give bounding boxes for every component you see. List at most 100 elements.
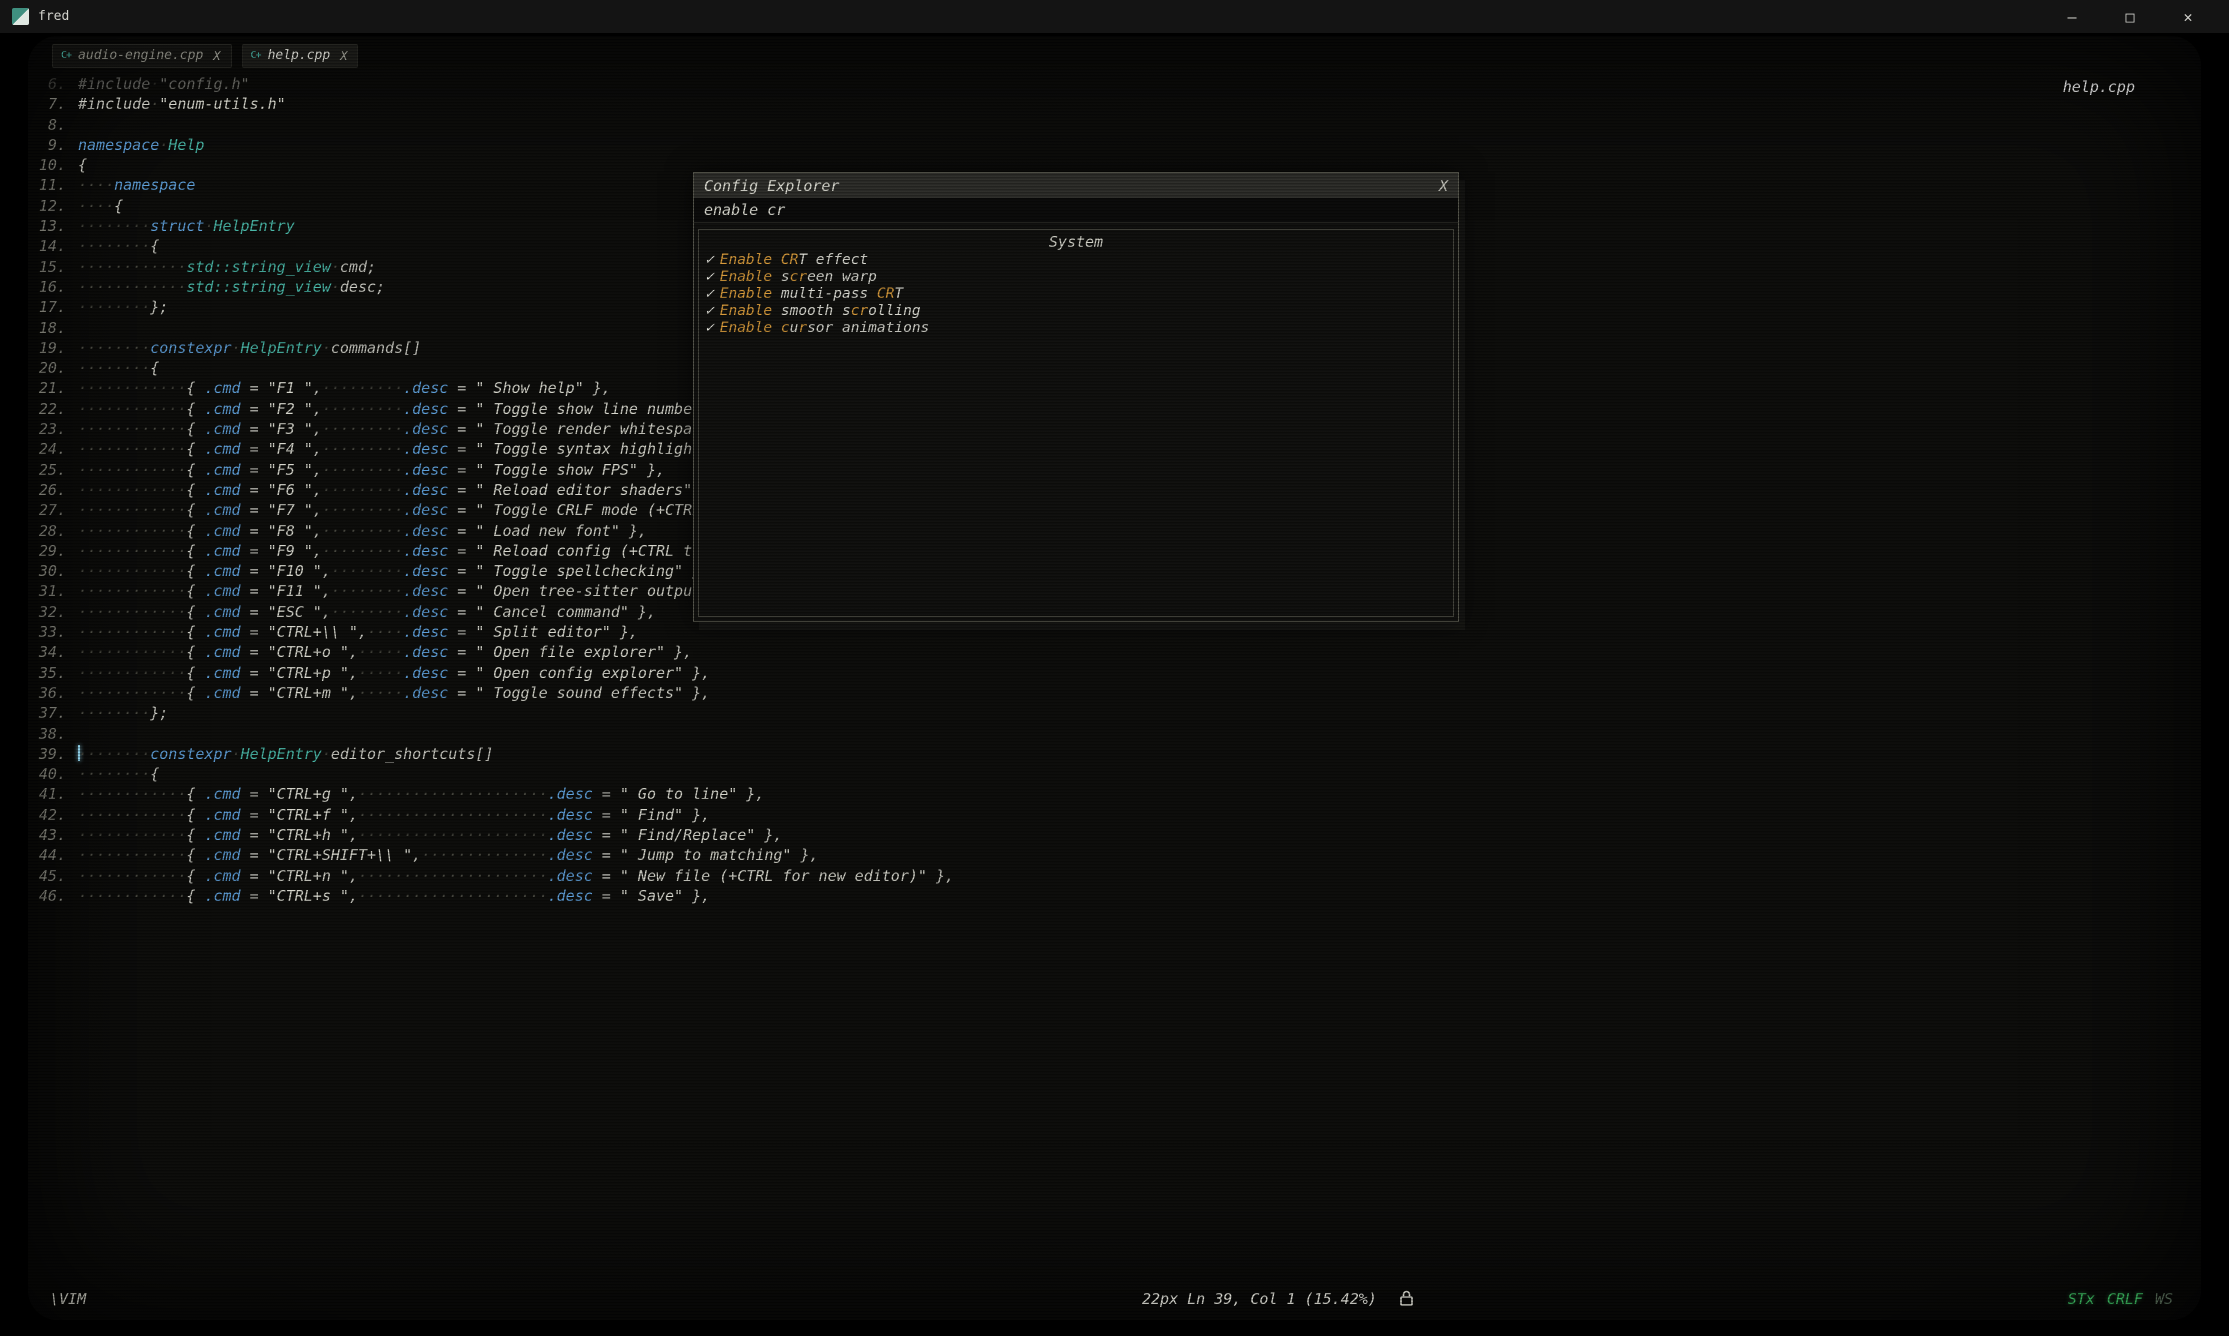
code-token: { — [186, 846, 204, 864]
code-token: ········ — [78, 765, 150, 783]
code-token: .desc — [403, 664, 448, 682]
code-token: ········· — [322, 420, 403, 438]
checkbox-checked-icon[interactable]: ✓ — [705, 320, 714, 336]
code-token: std::string_view — [186, 258, 331, 276]
code-line[interactable]: 44.············{ .cmd = "CTRL+SHIFT+\\ "… — [28, 845, 954, 865]
code-token: .cmd — [204, 522, 240, 540]
config-option[interactable]: ✓Enable screen warp — [699, 269, 1453, 286]
line-number: 44. — [28, 845, 78, 865]
match-highlight: Enable — [720, 320, 772, 336]
code-line[interactable]: 34.············{ .cmd = "CTRL+o ",·····.… — [28, 642, 954, 662]
code-token: { — [186, 785, 204, 803]
code-token: { — [186, 501, 204, 519]
code-line[interactable]: 6.#include·"config.h" — [28, 74, 954, 94]
line-number: 14. — [28, 236, 78, 256]
code-token: .cmd — [204, 400, 240, 418]
minimize-button[interactable]: – — [2043, 0, 2101, 33]
code-line[interactable]: 39.········constexpr·HelpEntry·editor_sh… — [28, 744, 954, 764]
code-token: { — [186, 400, 204, 418]
code-token: = — [593, 806, 620, 824]
line-number: 25. — [28, 460, 78, 480]
code-token: ············ — [78, 623, 186, 641]
code-token: { — [186, 420, 204, 438]
code-token: · — [150, 95, 159, 113]
code-line[interactable]: 37.········}; — [28, 703, 954, 723]
checkbox-checked-icon[interactable]: ✓ — [705, 286, 714, 302]
checkbox-checked-icon[interactable]: ✓ — [705, 269, 714, 285]
code-token: ········ — [78, 339, 150, 357]
code-line[interactable]: 40.········{ — [28, 764, 954, 784]
code-line[interactable]: 36.············{ .cmd = "CTRL+m ",·····.… — [28, 683, 954, 703]
code-token: ········ — [78, 298, 150, 316]
tab-help[interactable]: C+ help.cpp X — [242, 44, 359, 68]
status-bar: \VIM 22px Ln 39, Col 1 (15.42%) STxCRLFW… — [28, 1288, 2201, 1312]
code-token: = — [448, 623, 475, 641]
code-line[interactable]: 45.············{ .cmd = "CTRL+n ",······… — [28, 866, 954, 886]
code-token: HelpEntry — [241, 339, 322, 357]
config-option[interactable]: ✓Enable smooth scrolling — [699, 303, 1453, 320]
code-line[interactable]: 7.#include·"enum-utils.h" — [28, 94, 954, 114]
code-line[interactable]: 42.············{ .cmd = "CTRL+f ",······… — [28, 805, 954, 825]
code-token: ········ — [78, 359, 150, 377]
window-controls: – □ ✕ — [2043, 0, 2217, 33]
code-token: " Go to line" — [620, 785, 737, 803]
config-option[interactable]: ✓Enable CRT effect — [699, 252, 1453, 269]
checkbox-checked-icon[interactable]: ✓ — [705, 303, 714, 319]
code-token: ········ — [78, 745, 150, 763]
config-option[interactable]: ✓Enable cursor animations — [699, 320, 1453, 337]
code-token: ····················· — [358, 785, 548, 803]
line-number: 19. — [28, 338, 78, 358]
code-token: .cmd — [204, 501, 240, 519]
code-token: " Jump to matching" — [620, 846, 792, 864]
code-token: " Save" — [620, 887, 683, 905]
line-number: 31. — [28, 581, 78, 601]
code-line[interactable]: 38. — [28, 724, 954, 744]
code-line[interactable]: 41.············{ .cmd = "CTRL+g ",······… — [28, 784, 954, 804]
code-token: · — [331, 278, 340, 296]
code-token: ········· — [322, 400, 403, 418]
code-token: , — [412, 846, 421, 864]
code-line[interactable]: 9.namespace·Help — [28, 135, 954, 155]
config-search-input[interactable]: enable cr — [694, 198, 1458, 223]
match-highlight: Enable — [720, 252, 772, 268]
code-token: ·············· — [421, 846, 547, 864]
tab-audio-engine[interactable]: C+ audio-engine.cpp X — [52, 44, 232, 68]
code-line[interactable]: 35.············{ .cmd = "CTRL+p ",·····.… — [28, 663, 954, 683]
code-token: , — [349, 643, 358, 661]
tab-close-icon[interactable]: X — [340, 49, 347, 63]
close-button[interactable]: ✕ — [2159, 0, 2217, 33]
code-token: "F11 " — [268, 582, 322, 600]
code-token: .desc — [403, 420, 448, 438]
code-token: ············ — [78, 867, 186, 885]
line-number: 45. — [28, 866, 78, 886]
line-number: 42. — [28, 805, 78, 825]
code-token: "CTRL+f " — [268, 806, 349, 824]
config-close-button[interactable]: X — [1439, 177, 1448, 195]
tab-close-icon[interactable]: X — [213, 49, 220, 63]
code-token: " New file (+CTRL for new editor)" — [620, 867, 927, 885]
config-option[interactable]: ✓Enable multi-pass CRT — [699, 286, 1453, 303]
code-line[interactable]: 46.············{ .cmd = "CTRL+s ",······… — [28, 886, 954, 906]
code-token: " Reload editor shaders" — [475, 481, 692, 499]
code-token: ········ — [331, 562, 403, 580]
code-token: · — [322, 339, 331, 357]
code-token: namespace — [78, 136, 159, 154]
code-token: .cmd — [204, 603, 240, 621]
code-token: ····················· — [358, 826, 548, 844]
maximize-button[interactable]: □ — [2101, 0, 2159, 33]
code-token: { — [186, 542, 204, 560]
code-token: namespace — [114, 176, 195, 194]
checkbox-checked-icon[interactable]: ✓ — [705, 252, 714, 268]
match-highlight: Enable — [720, 286, 772, 302]
code-line[interactable]: 8. — [28, 115, 954, 135]
code-token: .cmd — [204, 664, 240, 682]
code-line[interactable]: 43.············{ .cmd = "CTRL+h ",······… — [28, 825, 954, 845]
code-token: " Toggle sound effects" — [475, 684, 683, 702]
option-label: een warp — [807, 269, 877, 285]
code-token: struct — [150, 217, 204, 235]
line-number: 12. — [28, 196, 78, 216]
code-token: "CTRL+o " — [268, 643, 349, 661]
code-line[interactable]: 33.············{ .cmd = "CTRL+\\ ",····.… — [28, 622, 954, 642]
code-token: ········· — [322, 522, 403, 540]
code-token: ········ — [78, 217, 150, 235]
